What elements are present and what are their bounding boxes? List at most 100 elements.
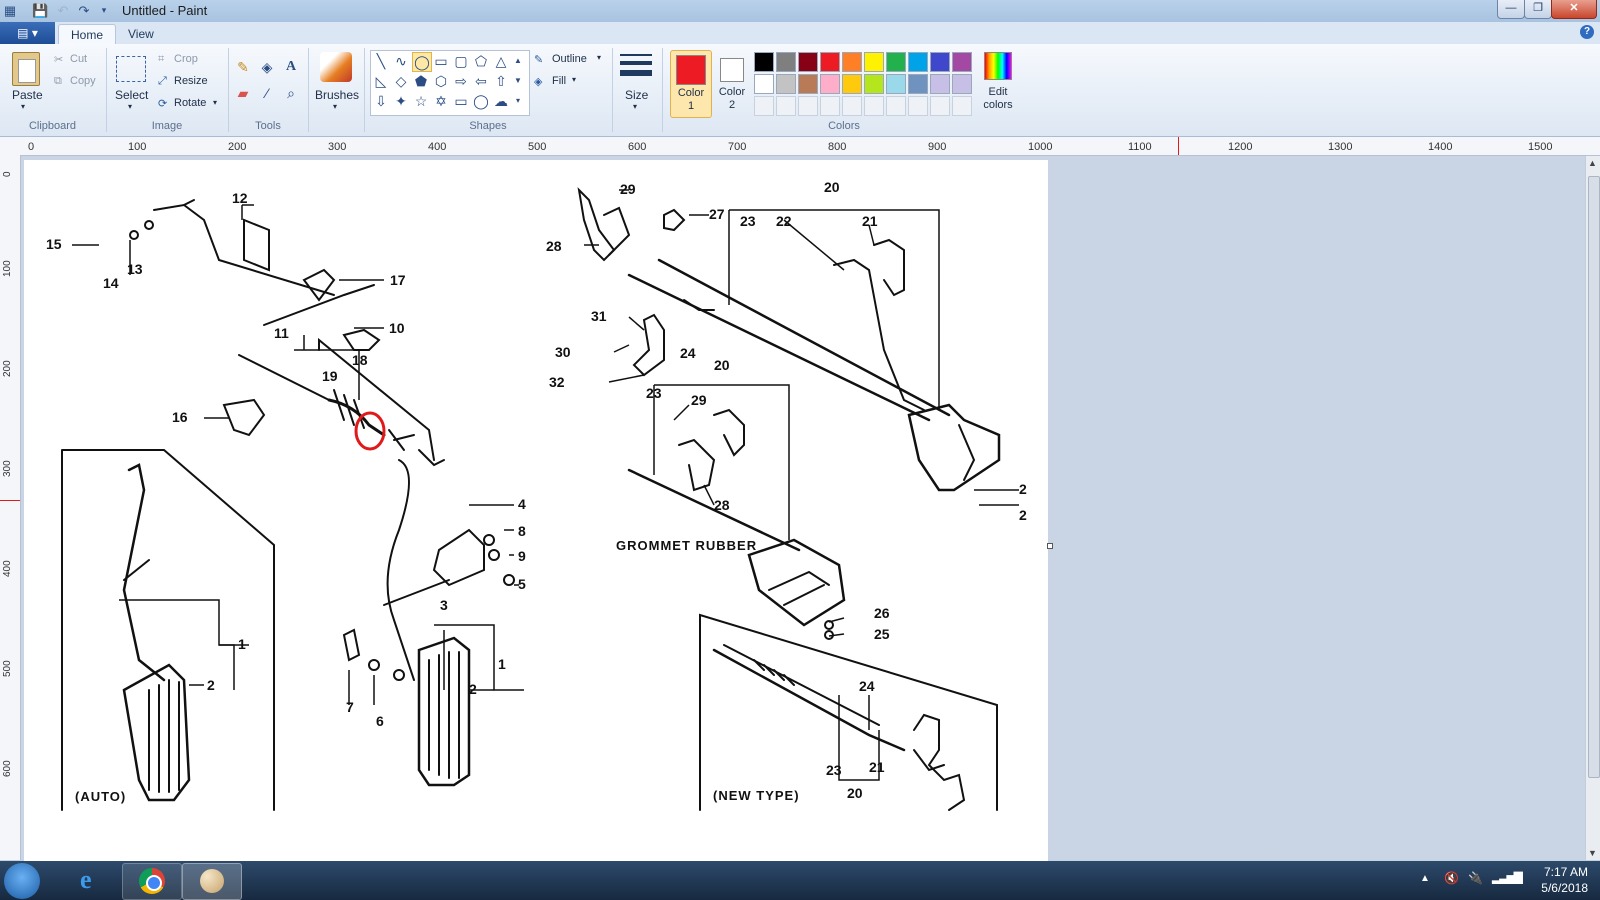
palette-swatch[interactable] (864, 52, 884, 72)
customize-toolbar-icon[interactable]: ▾ (96, 3, 112, 18)
rotate-dropdown-icon[interactable]: ▾ (213, 98, 217, 107)
redo-icon[interactable]: ↷ (76, 3, 92, 18)
palette-swatch[interactable] (930, 52, 950, 72)
outline-button[interactable]: Outline (552, 53, 587, 65)
palette-custom-swatch[interactable] (930, 96, 950, 116)
palette-custom-swatch[interactable] (952, 96, 972, 116)
network-signal-icon[interactable]: ▂▃▅▇ (1492, 870, 1523, 884)
five-point-star-icon[interactable]: ☆ (412, 92, 430, 110)
cloud-callout-icon[interactable]: ☁ (492, 92, 510, 110)
palette-custom-swatch[interactable] (886, 96, 906, 116)
gallery-more-icon[interactable]: ▾ (511, 92, 525, 110)
size-dropdown-icon[interactable]: ▾ (633, 102, 637, 111)
rotate-button[interactable]: Rotate (174, 97, 206, 109)
tab-home[interactable]: Home (58, 24, 117, 45)
edit-colors-button[interactable]: Edit colors (978, 50, 1018, 116)
palette-custom-swatch[interactable] (864, 96, 884, 116)
diamond-shape-icon[interactable]: ◇ (392, 72, 410, 90)
paste-button[interactable]: Paste (12, 88, 43, 102)
palette-swatch[interactable] (776, 74, 796, 94)
right-arrow-shape-icon[interactable]: ⇨ (452, 72, 470, 90)
palette-custom-swatch[interactable] (798, 96, 818, 116)
palette-swatch[interactable] (908, 74, 928, 94)
palette-swatch[interactable] (886, 74, 906, 94)
palette-custom-swatch[interactable] (754, 96, 774, 116)
select-icon[interactable] (116, 56, 146, 82)
curve-shape-icon[interactable]: ∿ (392, 52, 410, 70)
help-icon[interactable]: ? (1580, 25, 1594, 39)
eraser-icon[interactable]: ▰ (234, 84, 252, 102)
paint-taskbar-icon[interactable] (182, 863, 242, 900)
size-button[interactable]: Size (625, 88, 648, 102)
resize-button[interactable]: Resize (174, 75, 208, 87)
color-picker-icon[interactable]: ⁄ (258, 84, 276, 102)
triangle-shape-icon[interactable]: △ (492, 52, 510, 70)
close-button[interactable]: ✕ (1551, 0, 1597, 19)
shapes-gallery[interactable]: ╲ ∿ ◯ ▭ ▢ ⬠ △ ◺ ◇ ⬟ ⬡ ⇨ ⇦ ⇧ ⇩ ✦ ☆ ✡ ▭ ◯ … (370, 50, 530, 116)
palette-custom-swatch[interactable] (776, 96, 796, 116)
vertical-scrollbar[interactable]: ▲ ▼ (1585, 156, 1600, 860)
palette-swatch[interactable] (864, 74, 884, 94)
palette-custom-swatch[interactable] (842, 96, 862, 116)
palette-custom-swatch[interactable] (908, 96, 928, 116)
pencil-icon[interactable]: ✎ (234, 58, 252, 76)
six-point-star-icon[interactable]: ✡ (432, 92, 450, 110)
brushes-dropdown-icon[interactable]: ▾ (333, 102, 337, 111)
palette-swatch[interactable] (842, 52, 862, 72)
rectangle-shape-icon[interactable]: ▭ (432, 52, 450, 70)
palette-swatch[interactable] (820, 74, 840, 94)
palette-swatch[interactable] (930, 74, 950, 94)
right-triangle-shape-icon[interactable]: ◺ (372, 72, 390, 90)
clock-date[interactable]: 5/6/2018 (1520, 881, 1588, 895)
maximize-button[interactable]: ❐ (1524, 0, 1552, 19)
oval-callout-icon[interactable]: ◯ (472, 92, 490, 110)
down-arrow-shape-icon[interactable]: ⇩ (372, 92, 390, 110)
palette-swatch[interactable] (754, 74, 774, 94)
up-arrow-shape-icon[interactable]: ⇧ (492, 72, 510, 90)
fill-dropdown-icon[interactable]: ▾ (572, 75, 576, 84)
chrome-icon[interactable] (122, 863, 182, 900)
paint-app-icon[interactable]: ▦ (2, 3, 18, 18)
oval-shape-icon[interactable]: ◯ (412, 52, 432, 72)
scrollbar-thumb[interactable] (1588, 176, 1600, 778)
palette-swatch[interactable] (820, 52, 840, 72)
outline-dropdown-icon[interactable]: ▾ (597, 53, 601, 62)
brushes-button[interactable]: Brushes (315, 88, 359, 102)
rect-callout-icon[interactable]: ▭ (452, 92, 470, 110)
scroll-down-icon[interactable]: ▼ (1588, 848, 1597, 858)
gallery-up-icon[interactable]: ▲ (511, 52, 525, 70)
line-shape-icon[interactable]: ╲ (372, 52, 390, 70)
palette-swatch[interactable] (908, 52, 928, 72)
power-icon[interactable]: 🔌 (1468, 871, 1483, 885)
internet-explorer-icon[interactable]: e (62, 863, 120, 898)
copy-button[interactable]: Copy (70, 75, 96, 87)
palette-swatch[interactable] (798, 52, 818, 72)
canvas-resize-handle[interactable] (1047, 543, 1053, 549)
minimize-button[interactable]: — (1497, 0, 1525, 19)
paint-menu-button[interactable]: ▤ ▾ (0, 22, 55, 44)
palette-swatch[interactable] (754, 52, 774, 72)
clock-time[interactable]: 7:17 AM (1520, 865, 1588, 879)
save-icon[interactable]: 💾 (32, 3, 48, 18)
color1-button[interactable]: Color 1 (670, 50, 712, 118)
magnifier-icon[interactable]: ⌕ (282, 84, 300, 102)
fill-button[interactable]: Fill (552, 75, 566, 87)
four-point-star-icon[interactable]: ✦ (392, 92, 410, 110)
brushes-icon[interactable] (320, 52, 352, 82)
left-arrow-shape-icon[interactable]: ⇦ (472, 72, 490, 90)
palette-swatch[interactable] (952, 52, 972, 72)
scroll-up-icon[interactable]: ▲ (1588, 158, 1597, 168)
paste-dropdown-icon[interactable]: ▾ (21, 102, 25, 111)
cut-button[interactable]: Cut (70, 53, 87, 65)
palette-swatch[interactable] (952, 74, 972, 94)
text-tool-icon[interactable]: A (282, 58, 300, 76)
gallery-down-icon[interactable]: ▼ (511, 72, 525, 90)
tab-view[interactable]: View (116, 24, 166, 44)
rounded-rectangle-shape-icon[interactable]: ▢ (452, 52, 470, 70)
size-icon[interactable] (620, 54, 652, 82)
volume-muted-icon[interactable]: 🔇 (1444, 871, 1459, 885)
hexagon-shape-icon[interactable]: ⬡ (432, 72, 450, 90)
crop-button[interactable]: Crop (174, 53, 198, 65)
palette-custom-swatch[interactable] (820, 96, 840, 116)
polygon-shape-icon[interactable]: ⬠ (472, 52, 490, 70)
